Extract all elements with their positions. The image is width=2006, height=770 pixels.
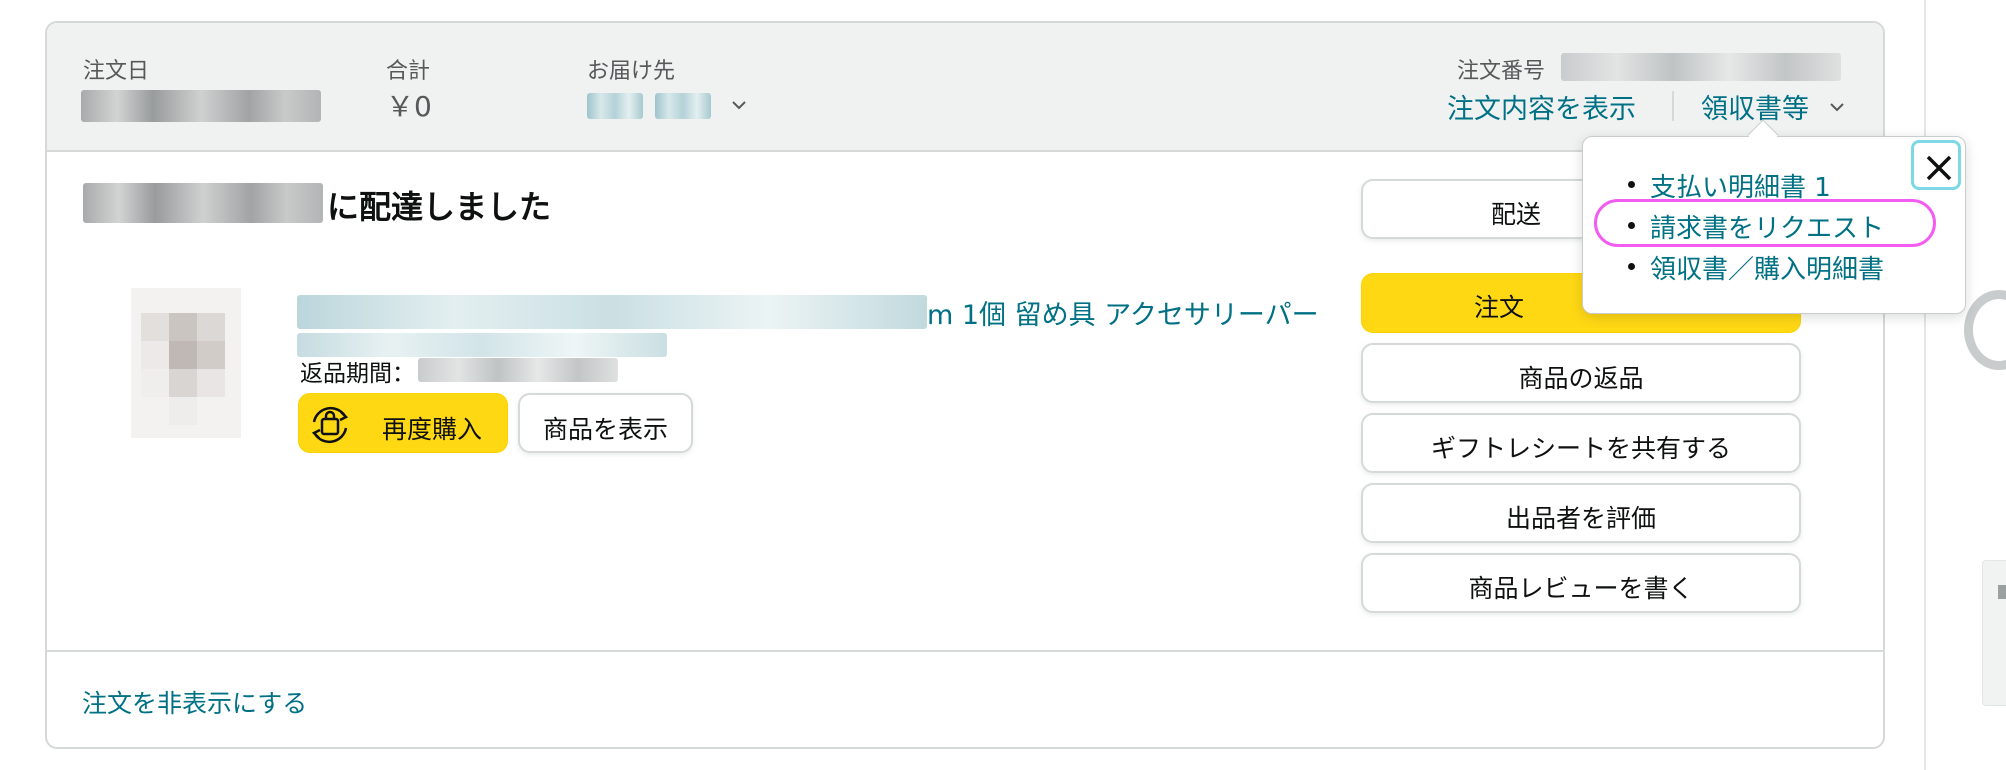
popover-bullet	[1628, 181, 1635, 188]
return-item-label: 商品の返品	[1518, 364, 1644, 393]
chevron-down-icon	[1830, 103, 1844, 112]
product-title-visible: m 1個 留め具 アクセサリーパー	[927, 300, 1319, 331]
ship-to-label: お届け先	[587, 59, 676, 84]
popover-item-receipt[interactable]: 領収書／購入明細書	[1650, 249, 1884, 286]
header-link-separator	[1672, 91, 1674, 121]
order-number-redacted	[1561, 53, 1841, 81]
popover-close-button[interactable]	[1911, 140, 1961, 190]
product-title-link[interactable]: m 1個 留め具 アクセサリーパー	[297, 273, 1377, 357]
rate-seller-button[interactable]: 出品者を評価	[1361, 483, 1801, 543]
delivery-date-redacted	[83, 183, 323, 223]
share-gift-receipt-label: ギフトレシートを共有する	[1430, 434, 1731, 463]
receipts-dropdown-label: 領収書等	[1701, 94, 1809, 125]
rebuy-icon	[311, 406, 349, 444]
product-title-redacted-line1	[297, 295, 927, 329]
return-item-button[interactable]: 商品の返品	[1361, 343, 1801, 403]
rate-seller-label: 出品者を評価	[1505, 504, 1656, 533]
order-date-value-redacted	[81, 90, 321, 122]
total-label: 合計	[386, 59, 431, 84]
page-right-divider	[1924, 0, 1926, 770]
order-number-label: 注文番号	[1457, 59, 1546, 84]
hide-order-link[interactable]: 注文を非表示にする	[82, 684, 307, 720]
side-product-ring-image	[1964, 290, 2006, 370]
order-action-label: 注文	[1474, 293, 1525, 322]
order-footer-divider	[45, 650, 1885, 652]
annotation-highlight-ring	[1594, 199, 1936, 247]
close-icon	[1926, 155, 1952, 181]
delivery-status-heading: に配達しました	[327, 188, 552, 226]
order-date-label: 注文日	[83, 59, 150, 84]
view-item-label: 商品を表示	[542, 415, 668, 444]
product-thumbnail[interactable]	[111, 273, 261, 453]
popover-bullet	[1628, 263, 1635, 270]
side-document-thumbnail	[1982, 560, 2006, 706]
buy-again-label: 再度購入	[382, 415, 483, 444]
ship-to-popover-trigger[interactable]	[585, 91, 755, 125]
recipient-name-redacted	[587, 93, 643, 119]
order-header: 注文日 合計 ￥0 お届け先 注文番号 注文内容を表示 領収書等	[47, 23, 1883, 152]
receipts-dropdown[interactable]: 領収書等	[1701, 85, 1851, 125]
return-window-date-redacted	[418, 358, 618, 382]
buy-again-button[interactable]: 再度購入	[298, 393, 508, 453]
total-value: ￥0	[386, 90, 432, 123]
chevron-down-icon	[732, 101, 746, 110]
view-item-button[interactable]: 商品を表示	[518, 393, 693, 453]
write-review-label: 商品レビューを書く	[1468, 574, 1694, 603]
return-window-label: 返品期間：	[300, 361, 415, 387]
side-document-mark	[1998, 585, 2006, 599]
write-review-button[interactable]: 商品レビューを書く	[1361, 553, 1801, 613]
recipient-name-redacted-2	[655, 93, 711, 119]
track-package-label: 配送	[1491, 200, 1542, 229]
share-gift-receipt-button[interactable]: ギフトレシートを共有する	[1361, 413, 1801, 473]
view-order-details-link[interactable]: 注文内容を表示	[1447, 87, 1636, 126]
